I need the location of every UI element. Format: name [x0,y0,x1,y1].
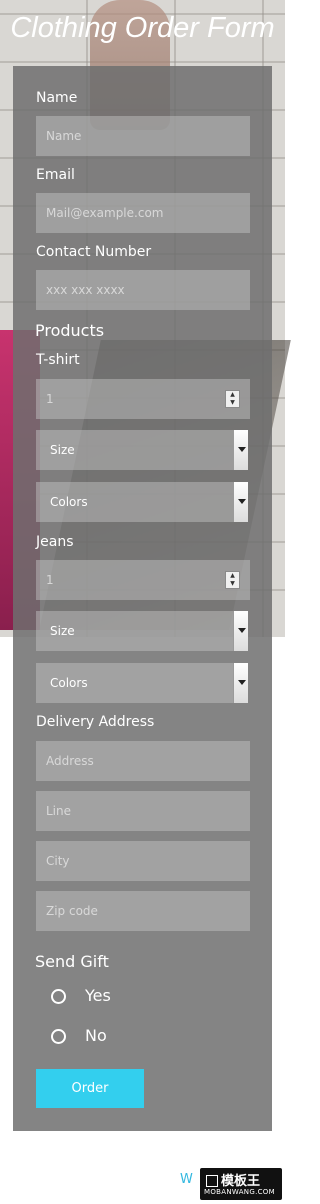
site-logo: 模板王 MOBANWANG.COM [200,1168,282,1200]
jeans-size-select[interactable]: Size [36,611,248,651]
jeans-colors-select[interactable]: Colors [36,663,248,703]
footer-text: W [180,1172,193,1187]
name-input[interactable]: Name [36,116,250,156]
logo-subtitle: MOBANWANG.COM [204,1188,275,1196]
chevron-down-icon[interactable] [233,663,248,703]
radio-circle-icon[interactable] [51,989,66,1004]
name-placeholder: Name [46,129,82,143]
page-title: Clothing Order Form [10,12,275,44]
address-line-input[interactable]: Line [36,791,250,831]
name-label: Name [36,90,78,106]
logo-title-text: 模板王 [221,1174,261,1189]
tshirt-colors-value: Colors [50,495,88,509]
chevron-down-icon[interactable] [233,611,248,651]
jeans-quantity-stepper[interactable]: ▲ ▼ [225,571,240,589]
logo-title: 模板王 [206,1170,260,1189]
jeans-quantity-value: 1 [46,573,54,587]
jeans-size-value: Size [50,624,75,638]
delivery-label: Delivery Address [36,714,155,730]
line-placeholder: Line [46,804,72,818]
stepper-down-icon[interactable]: ▼ [226,580,239,588]
zip-input[interactable]: Zip code [36,891,250,931]
city-input[interactable]: City [36,841,250,881]
tshirt-size-value: Size [50,443,75,457]
tshirt-label: T-shirt [36,352,80,368]
stepper-down-icon[interactable]: ▼ [226,399,239,407]
chevron-down-icon[interactable] [233,430,248,470]
contact-input[interactable]: xxx xxx xxxx [36,270,250,310]
gift-yes-label: Yes [85,986,111,1005]
zip-placeholder: Zip code [46,904,98,918]
gift-no-label: No [85,1026,107,1045]
address-placeholder: Address [46,754,94,768]
jeans-colors-value: Colors [50,676,88,690]
radio-circle-icon[interactable] [51,1029,66,1044]
email-input[interactable]: Mail@example.com [36,193,250,233]
jeans-label: Jeans [36,534,74,550]
address-input[interactable]: Address [36,741,250,781]
tshirt-quantity-value: 1 [46,392,54,406]
chevron-down-icon[interactable] [233,482,248,522]
tshirt-colors-select[interactable]: Colors [36,482,248,522]
tshirt-size-select[interactable]: Size [36,430,248,470]
city-placeholder: City [46,854,70,868]
tshirt-quantity-input[interactable]: 1 ▲ ▼ [36,379,250,419]
stepper-up-icon[interactable]: ▲ [226,391,239,399]
send-gift-heading: Send Gift [35,952,109,971]
email-placeholder: Mail@example.com [46,206,164,220]
tshirt-quantity-stepper[interactable]: ▲ ▼ [225,390,240,408]
stepper-up-icon[interactable]: ▲ [226,572,239,580]
logo-mark-icon [206,1175,218,1187]
order-button[interactable]: Order [36,1069,144,1108]
email-label: Email [36,167,75,183]
contact-placeholder: xxx xxx xxxx [46,283,125,297]
products-heading: Products [35,321,105,340]
jeans-quantity-input[interactable]: 1 ▲ ▼ [36,560,250,600]
contact-label: Contact Number [36,244,152,260]
